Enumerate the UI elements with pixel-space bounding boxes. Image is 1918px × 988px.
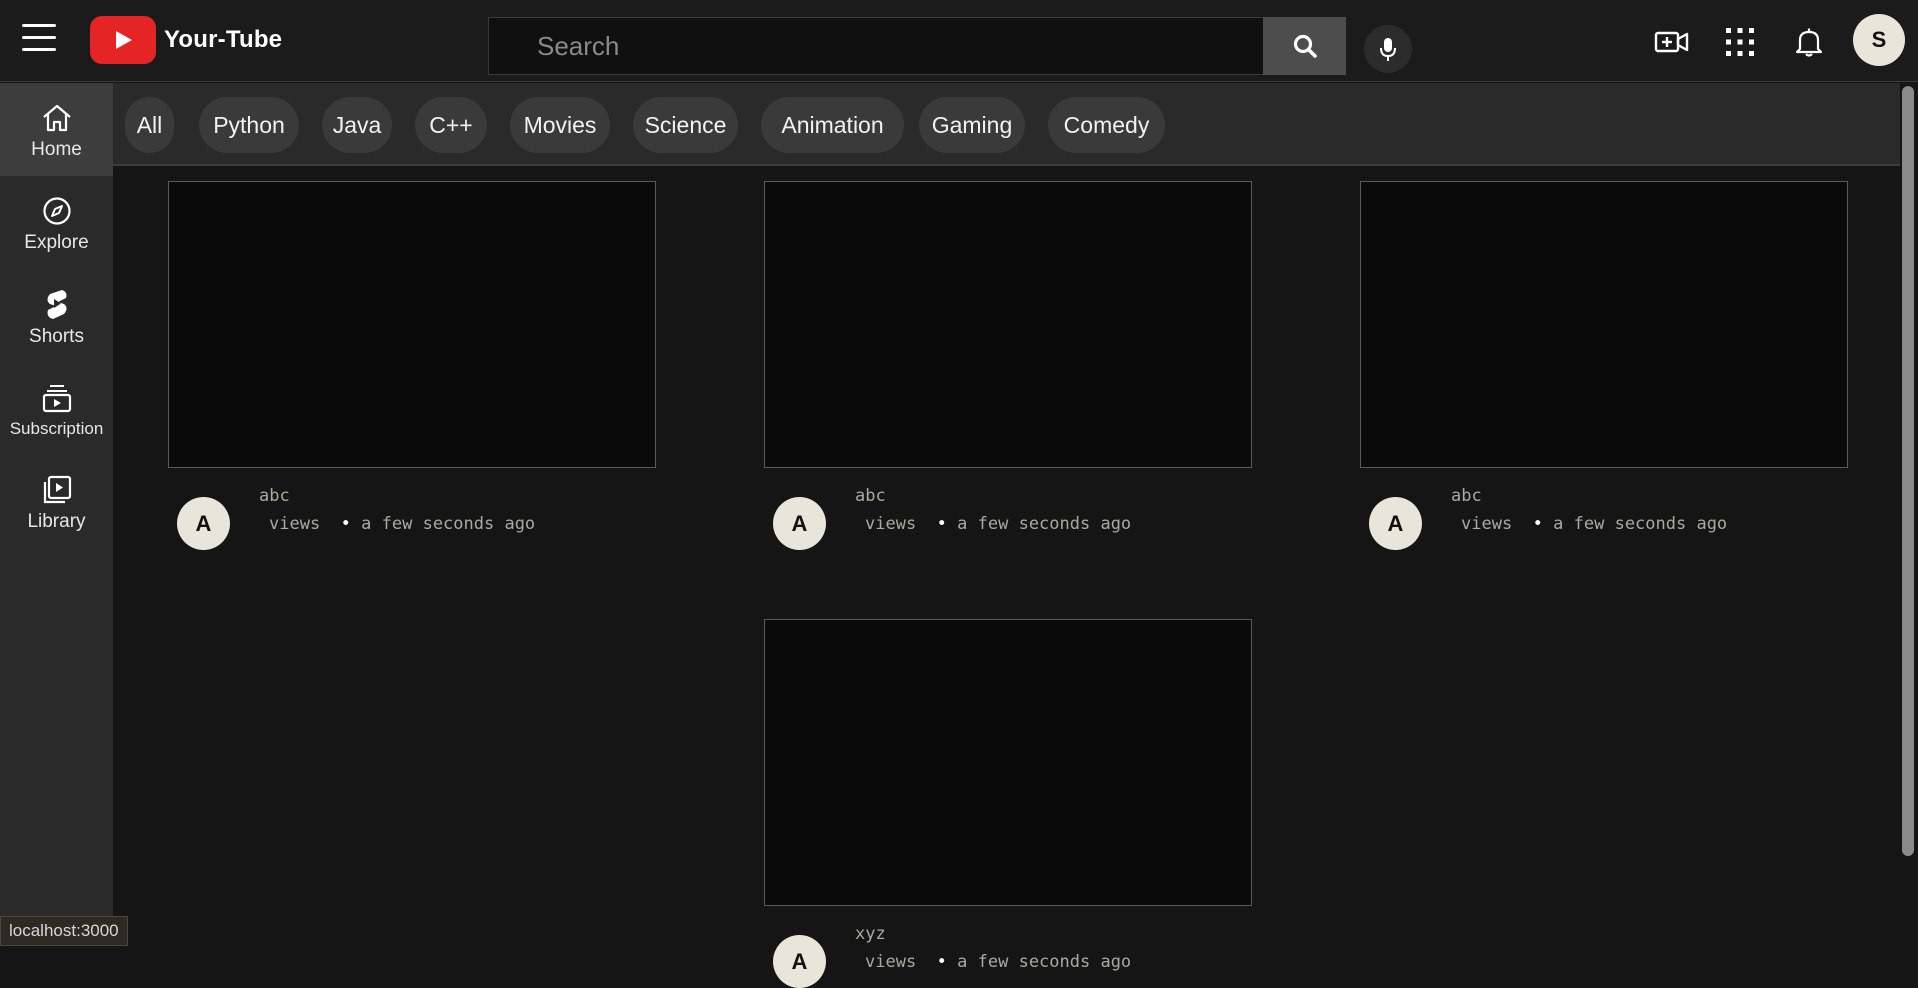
views-label: views — [269, 514, 321, 534]
views-label: views — [1461, 514, 1513, 534]
views-label: views — [865, 514, 917, 534]
sidebar: Home Explore Shorts Subscription Library — [0, 83, 113, 946]
video-stats: views • a few seconds ago — [1461, 514, 1727, 534]
video-card[interactable]: A abc views • a few seconds ago — [1360, 181, 1848, 550]
channel-avatar[interactable]: A — [773, 497, 826, 550]
sidebar-item-label: Library — [27, 510, 86, 532]
notifications-button[interactable] — [1789, 22, 1829, 62]
upload-time: a few seconds ago — [957, 514, 1132, 534]
voice-search-button[interactable] — [1364, 25, 1412, 73]
video-title[interactable]: abc — [259, 486, 290, 506]
youtube-logo-icon — [90, 16, 156, 64]
compass-icon — [42, 196, 71, 225]
separator-dot: • — [936, 952, 947, 972]
video-card[interactable]: A abc views • a few seconds ago — [168, 181, 656, 550]
video-thumbnail[interactable] — [168, 181, 656, 468]
user-avatar[interactable]: S — [1853, 14, 1905, 66]
video-stats: views • a few seconds ago — [865, 514, 1131, 534]
chip-movies[interactable]: Movies — [510, 97, 610, 153]
video-card[interactable]: A abc views • a few seconds ago — [764, 181, 1252, 550]
apps-grid-icon — [1726, 28, 1754, 56]
library-icon — [43, 475, 71, 503]
chip-all[interactable]: All — [125, 97, 174, 153]
sidebar-item-subscription[interactable]: Subscription — [0, 362, 113, 455]
separator-dot: • — [340, 514, 351, 534]
video-thumbnail[interactable] — [1360, 181, 1848, 468]
logo-text: Your-Tube — [164, 26, 283, 53]
channel-avatar[interactable]: A — [773, 935, 826, 988]
chip-animation[interactable]: Animation — [761, 97, 904, 153]
video-thumbnail[interactable] — [764, 181, 1252, 468]
video-thumbnail[interactable] — [764, 619, 1252, 906]
channel-avatar[interactable]: A — [1369, 497, 1422, 550]
microphone-icon — [1380, 38, 1396, 61]
sidebar-item-library[interactable]: Library — [0, 455, 113, 548]
sidebar-item-label: Home — [31, 138, 82, 160]
separator-dot: • — [1532, 514, 1543, 534]
bell-icon — [1795, 28, 1823, 57]
video-card[interactable]: A xyz views • a few seconds ago — [764, 619, 1252, 988]
video-stats: views • a few seconds ago — [865, 952, 1131, 972]
sidebar-item-home[interactable]: Home — [0, 83, 113, 176]
home-icon — [42, 104, 71, 131]
video-stats: views • a few seconds ago — [269, 514, 535, 534]
subscription-icon — [42, 384, 71, 412]
apps-button[interactable] — [1720, 22, 1760, 62]
search-icon — [1293, 34, 1317, 58]
scrollbar-thumb[interactable] — [1902, 86, 1914, 856]
video-add-icon — [1654, 31, 1689, 53]
sidebar-item-shorts[interactable]: Shorts — [0, 269, 113, 362]
sidebar-item-label: Shorts — [29, 325, 84, 347]
logo[interactable]: Your-Tube — [90, 15, 282, 65]
chip-gaming[interactable]: Gaming — [919, 97, 1025, 153]
video-title[interactable]: abc — [1451, 486, 1482, 506]
separator-dot: • — [936, 514, 947, 534]
sidebar-item-explore[interactable]: Explore — [0, 176, 113, 269]
video-title[interactable]: xyz — [855, 924, 886, 944]
status-bar-url: localhost:3000 — [0, 916, 128, 946]
chip-java[interactable]: Java — [322, 97, 392, 153]
category-chip-bar: All Python Java C++ Movies Science Anima… — [113, 83, 1900, 166]
upload-time: a few seconds ago — [957, 952, 1132, 972]
top-bar: Your-Tube Search S — [0, 0, 1918, 82]
upload-time: a few seconds ago — [1553, 514, 1728, 534]
video-title[interactable]: abc — [855, 486, 886, 506]
shorts-icon — [47, 289, 66, 319]
search-input[interactable] — [488, 17, 1263, 75]
create-video-button[interactable] — [1652, 22, 1692, 62]
chip-comedy[interactable]: Comedy — [1048, 97, 1165, 153]
sidebar-item-label: Subscription — [9, 418, 104, 438]
chip-cpp[interactable]: C++ — [415, 97, 487, 153]
search-button[interactable] — [1263, 17, 1346, 75]
upload-time: a few seconds ago — [361, 514, 536, 534]
channel-avatar[interactable]: A — [177, 497, 230, 550]
sidebar-item-label: Explore — [24, 231, 89, 253]
views-label: views — [865, 952, 917, 972]
menu-icon[interactable] — [22, 24, 56, 56]
chip-science[interactable]: Science — [633, 97, 738, 153]
chip-python[interactable]: Python — [199, 97, 299, 153]
